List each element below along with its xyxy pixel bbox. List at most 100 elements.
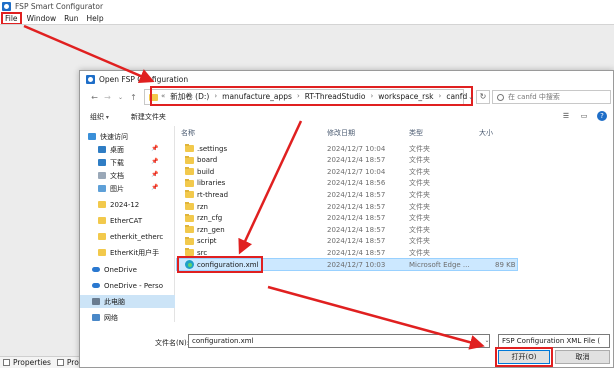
recent-dropdown-icon[interactable]: ⌄: [114, 91, 127, 104]
chevron-right-icon: ›: [296, 92, 300, 100]
problems-icon: [56, 359, 64, 366]
view-buttons: ☰ ▭ ?: [561, 111, 607, 121]
desktop-icon: [98, 146, 106, 153]
preview-pane-icon[interactable]: ▭: [579, 111, 589, 121]
chevron-right-icon: ›: [370, 92, 374, 100]
help-icon[interactable]: ?: [597, 111, 607, 121]
up-icon[interactable]: ↑: [127, 91, 140, 104]
document-icon: [98, 172, 106, 179]
nav-folder-etherkit-etherc[interactable]: etherkit_etherc: [80, 230, 175, 243]
nav-network[interactable]: 网络: [80, 311, 175, 324]
file-row[interactable]: configuration.xml 2024/12/7 10:03 Microsof…: [176, 256, 518, 273]
file-type: 文件夹: [409, 167, 430, 176]
search-placeholder: 在 canfd 中搜索: [508, 93, 560, 101]
file-date: 2024/12/4 18:57: [327, 190, 386, 199]
nav-this-pc[interactable]: 此电脑: [80, 295, 175, 308]
computer-icon: [92, 298, 100, 305]
file-type: 文件夹: [409, 237, 430, 246]
open-file-dialog: Open FSP Configuration ← → ⌄ ↑ « 新加卷 (D:…: [79, 70, 614, 368]
column-header-type[interactable]: 类型: [409, 126, 423, 140]
file-type: Microsoft Edge ...: [409, 260, 470, 269]
folder-row[interactable]: rt-thread 2024/12/4 18:57 文件夹: [177, 189, 517, 200]
refresh-icon[interactable]: ↻: [476, 90, 490, 104]
nav-desktop[interactable]: 桌面: [80, 143, 175, 156]
menu-file[interactable]: File: [1, 11, 22, 25]
folder-row[interactable]: script 2024/12/4 18:57 文件夹: [177, 236, 517, 247]
filename-dropdown-icon[interactable]: ⌄: [482, 334, 492, 348]
file-type: 文件夹: [409, 225, 430, 234]
nav-label: 桌面: [110, 145, 124, 154]
folder-icon: [185, 155, 194, 164]
nav-folder-ethercat[interactable]: EtherCAT: [80, 214, 175, 227]
file-date: 2024/12/7 10:03: [327, 260, 386, 269]
view-options-icon[interactable]: ☰: [561, 111, 571, 121]
nav-label: 此电脑: [104, 297, 125, 306]
organize-button[interactable]: 组织: [90, 112, 109, 122]
app-logo-icon: [2, 1, 11, 11]
new-folder-button[interactable]: 新建文件夹: [131, 112, 166, 122]
nav-label: EtherKit用户手: [110, 248, 160, 257]
nav-label: OneDrive - Perso: [104, 281, 163, 290]
folder-icon: [98, 233, 106, 240]
folder-row[interactable]: board 2024/12/4 18:57 文件夹: [177, 155, 517, 166]
nav-label: 文档: [110, 171, 124, 180]
filetype-select[interactable]: FSP Configuration XML File (: [498, 334, 610, 348]
menu-help[interactable]: Help: [83, 13, 108, 24]
folder-row[interactable]: rzn 2024/12/4 18:57 文件夹: [177, 201, 517, 212]
file-name: script: [197, 237, 217, 246]
folder-row[interactable]: src 2024/12/4 18:57 文件夹: [177, 247, 517, 258]
file-name: src: [197, 248, 208, 257]
breadcrumb-workspace-rsk[interactable]: workspace_rsk: [378, 92, 433, 101]
menu-run[interactable]: Run: [60, 13, 82, 24]
navigation-pane: 快速访问 桌面 📌 下载 📌 文档 📌 图片 📌 2024-12 EtherCA…: [80, 126, 175, 322]
column-header-name[interactable]: 名称: [181, 126, 195, 140]
file-date: 2024/12/4 18:57: [327, 156, 386, 165]
nav-onedrive[interactable]: OneDrive: [80, 263, 175, 276]
file-date: 2024/12/4 18:57: [327, 225, 386, 234]
nav-quick-access[interactable]: 快速访问: [80, 130, 175, 143]
forward-icon[interactable]: →: [101, 91, 114, 104]
nav-documents[interactable]: 文档: [80, 169, 175, 182]
picture-icon: [98, 185, 106, 192]
nav-pictures[interactable]: 图片: [80, 182, 175, 195]
folder-row[interactable]: build 2024/12/7 10:04 文件夹: [177, 166, 517, 177]
tab-properties[interactable]: Properties: [0, 357, 54, 368]
nav-folder-etherkit-manual[interactable]: EtherKit用户手: [80, 246, 175, 259]
back-icon[interactable]: ←: [88, 91, 101, 104]
menu-window[interactable]: Window: [23, 13, 61, 24]
breadcrumb-rt-threadstudio[interactable]: RT-ThreadStudio: [305, 92, 366, 101]
nav-label: 2024-12: [110, 200, 140, 209]
column-header-date[interactable]: 修改日期: [327, 126, 355, 140]
file-date: 2024/12/7 10:04: [327, 167, 386, 176]
open-button[interactable]: 打开(O): [495, 347, 553, 367]
dialog-app-icon: [86, 74, 95, 84]
cancel-button[interactable]: 取消: [555, 350, 610, 364]
file-name: board: [197, 156, 218, 165]
nav-downloads[interactable]: 下载: [80, 156, 175, 169]
file-type: 文件夹: [409, 144, 430, 153]
pin-icon: 📌: [151, 171, 159, 178]
breadcrumb-manufacture-apps[interactable]: manufacture_apps: [222, 92, 292, 101]
folder-row[interactable]: libraries 2024/12/4 18:56 文件夹: [177, 178, 517, 189]
dialog-titlebar: Open FSP Configuration: [80, 71, 613, 87]
folder-icon: [185, 225, 194, 234]
folder-icon: [98, 217, 106, 224]
nav-folder-2024-12[interactable]: 2024-12: [80, 198, 175, 211]
folder-row[interactable]: rzn_gen 2024/12/4 18:57 文件夹: [177, 224, 517, 235]
nav-label: etherkit_etherc: [110, 232, 164, 241]
folder-row[interactable]: .settings 2024/12/7 10:04 文件夹: [177, 143, 517, 154]
filename-input[interactable]: configuration.xml: [188, 334, 490, 348]
folder-icon: [185, 144, 194, 152]
folder-row[interactable]: rzn_cfg 2024/12/4 18:57 文件夹: [177, 213, 517, 224]
breadcrumb[interactable]: « 新加卷 (D:) › manufacture_apps › RT-Threa…: [149, 86, 474, 106]
breadcrumb-drive[interactable]: 新加卷 (D:): [170, 91, 209, 102]
folder-icon: [185, 236, 194, 245]
search-input[interactable]: 在 canfd 中搜索: [492, 90, 611, 104]
file-type: 文件夹: [409, 156, 430, 165]
file-date: 2024/12/4 18:57: [327, 202, 386, 211]
address-bar-row: ← → ⌄ ↑ « 新加卷 (D:) › manufacture_apps › …: [80, 86, 614, 107]
nav-onedrive-personal[interactable]: OneDrive - Perso: [80, 279, 175, 292]
dialog-title: Open FSP Configuration: [99, 74, 189, 84]
column-header-size[interactable]: 大小: [479, 126, 493, 140]
folder-icon: [185, 213, 194, 222]
